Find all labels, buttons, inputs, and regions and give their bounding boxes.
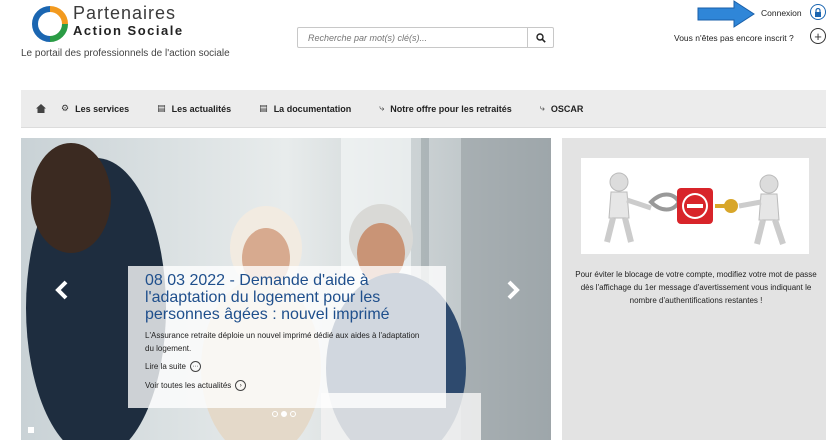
news-caption: 08 03 2022 - Demande d'aide à l'adaptati… — [128, 266, 446, 408]
chevron-right-icon: › — [235, 380, 247, 391]
arrow-pointer-icon — [697, 0, 755, 28]
security-notice: Pour éviter le blocage de votre compte, … — [562, 138, 826, 440]
news-summary: L'Assurance retraite déploie un nouvel i… — [145, 331, 420, 353]
all-news-link[interactable]: Voir toutes les actualités › — [145, 380, 428, 391]
brand-name: Partenaires — [73, 3, 177, 23]
carousel-dot[interactable] — [290, 411, 296, 417]
site-tagline: Le portail des professionnels de l'actio… — [21, 48, 230, 59]
nav-label: Les services — [75, 103, 130, 114]
retiree-icon: ⤷ — [379, 103, 385, 113]
signup-link[interactable]: Vous n'êtes pas encore inscrit ? — [674, 33, 794, 43]
carousel-dots — [272, 411, 296, 417]
logo-icon — [32, 6, 68, 42]
plus-icon[interactable]: + — [810, 28, 826, 44]
nav-item-services[interactable]: ⚙ Les services — [61, 103, 129, 114]
nav-item-documentation[interactable]: ▤ La documentation — [259, 103, 351, 114]
nav-item-oscar[interactable]: ⤷ OSCAR — [540, 103, 584, 114]
news-icon: ▤ — [157, 103, 166, 113]
nav-label: Notre offre pour les retraités — [390, 103, 512, 114]
read-more-link[interactable]: Lire la suite ⋯ — [145, 361, 428, 372]
news-carousel: 08 03 2022 - Demande d'aide à l'adaptati… — [21, 138, 551, 440]
docs-icon: ▤ — [259, 103, 268, 113]
nav-label: OSCAR — [550, 103, 584, 114]
search-input[interactable] — [298, 28, 527, 47]
nav-item-retirees[interactable]: ⤷ Notre offre pour les retraités — [379, 103, 512, 114]
nav-home[interactable] — [21, 104, 61, 113]
security-notice-text: Pour éviter le blocage de votre compte, … — [575, 270, 817, 305]
search-button[interactable] — [527, 28, 553, 47]
ellipsis-icon: ⋯ — [189, 361, 201, 372]
oscar-icon: ⤷ — [539, 103, 545, 113]
nav-label: La documentation — [273, 103, 352, 114]
read-more-label: Lire la suite — [145, 362, 186, 371]
search-bar — [297, 27, 554, 48]
services-icon: ⚙ — [61, 103, 70, 113]
news-title[interactable]: 08 03 2022 - Demande d'aide à l'adaptati… — [145, 272, 428, 323]
login-link[interactable]: Connexion — [761, 8, 802, 18]
nav-label: Les actualités — [171, 103, 232, 114]
main-nav: ⚙ Les services ▤ Les actualités ▤ La doc… — [21, 90, 826, 128]
search-icon — [535, 32, 546, 43]
carousel-dot[interactable] — [281, 411, 287, 417]
carousel-next-button[interactable] — [505, 280, 521, 300]
brand-subtitle: Action Sociale — [73, 23, 184, 38]
all-news-label: Voir toutes les actualités — [145, 381, 232, 390]
nav-item-news[interactable]: ▤ Les actualités — [157, 103, 231, 114]
carousel-dot[interactable] — [272, 411, 278, 417]
blocked-key-illustration — [581, 158, 809, 254]
lock-icon[interactable] — [810, 4, 826, 20]
home-icon — [36, 104, 46, 113]
carousel-pause-button[interactable] — [28, 427, 34, 433]
carousel-prev-button[interactable] — [54, 280, 70, 300]
